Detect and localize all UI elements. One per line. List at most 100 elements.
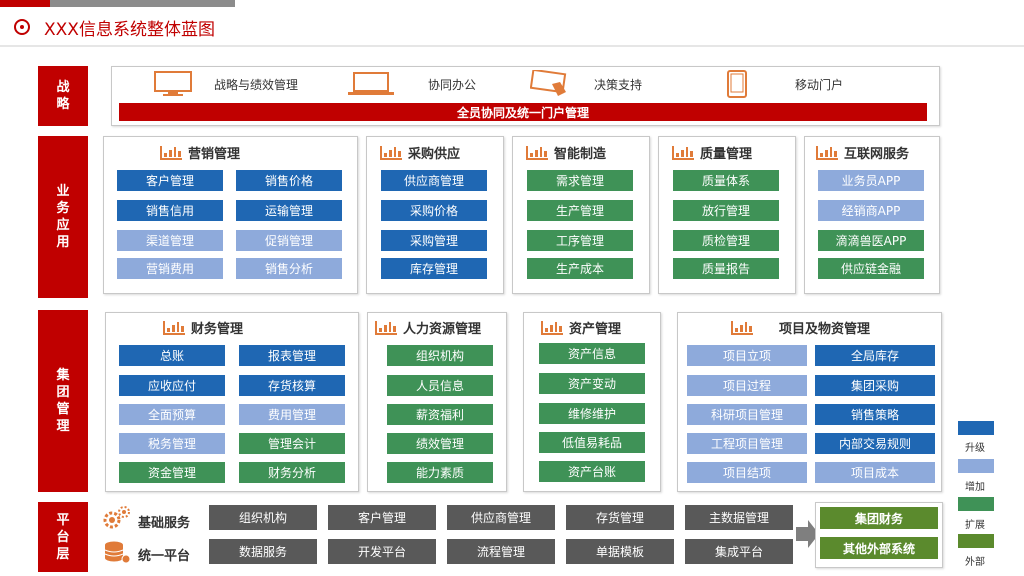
platform-box[interactable]: 集成平台 <box>685 539 793 564</box>
module-box[interactable]: 销售价格 <box>236 170 342 191</box>
module-box[interactable]: 报表管理 <box>239 345 345 366</box>
category-business-label: 业务应用 <box>56 184 70 250</box>
top-accent-gray <box>50 0 235 7</box>
module-box[interactable]: 业务员APP <box>818 170 924 191</box>
module-box[interactable]: 能力素质 <box>387 462 493 483</box>
legend-swatch-expand <box>958 497 994 511</box>
monitor-icon <box>154 71 192 96</box>
platform-box[interactable]: 流程管理 <box>447 539 555 564</box>
platform-box[interactable]: 存货管理 <box>566 505 674 530</box>
module-box[interactable]: 内部交易规则 <box>815 433 935 454</box>
module-box[interactable]: 供应商管理 <box>381 170 487 191</box>
module-box[interactable]: 薪资福利 <box>387 404 493 425</box>
module-box[interactable]: 采购价格 <box>381 200 487 221</box>
module-box[interactable]: 工序管理 <box>527 230 633 251</box>
module-box[interactable]: 低值易耗品 <box>539 432 645 453</box>
module-box[interactable]: 应收应付 <box>119 375 225 396</box>
platform-label-basic: 基础服务 <box>138 516 191 531</box>
module-box[interactable]: 项目过程 <box>687 375 807 396</box>
module-box[interactable]: 需求管理 <box>527 170 633 191</box>
module-box[interactable]: 绩效管理 <box>387 433 493 454</box>
module-box[interactable]: 经销商APP <box>818 200 924 221</box>
module-box[interactable]: 客户管理 <box>117 170 223 191</box>
module-box[interactable]: 销售策略 <box>815 404 935 425</box>
module-box[interactable]: 项目结项 <box>687 462 807 483</box>
module-box[interactable]: 放行管理 <box>673 200 779 221</box>
module-box[interactable]: 资产信息 <box>539 343 645 364</box>
platform-box[interactable]: 供应商管理 <box>447 505 555 530</box>
platform-label-unified: 统一平台 <box>138 549 191 564</box>
external-box[interactable]: 其他外部系统 <box>820 537 938 559</box>
platform-box[interactable]: 客户管理 <box>328 505 436 530</box>
bar-chart-icon <box>163 320 185 335</box>
tablet-icon <box>727 70 747 98</box>
bar-chart-icon <box>160 145 182 160</box>
module-box[interactable]: 生产成本 <box>527 258 633 279</box>
module-box[interactable]: 费用管理 <box>239 404 345 425</box>
legend-swatch-external <box>958 534 994 548</box>
module-box[interactable]: 存货核算 <box>239 375 345 396</box>
module-box[interactable]: 质检管理 <box>673 230 779 251</box>
projects-title-text: 项目及物资管理 <box>779 322 871 337</box>
legend-swatch-add <box>958 459 994 473</box>
platform-box[interactable]: 开发平台 <box>328 539 436 564</box>
platform-box[interactable]: 单据模板 <box>566 539 674 564</box>
module-box[interactable]: 滴滴兽医APP <box>818 230 924 251</box>
platform-box[interactable]: 组织机构 <box>209 505 317 530</box>
module-box[interactable]: 销售信用 <box>117 200 223 221</box>
module-box[interactable]: 项目立项 <box>687 345 807 366</box>
module-box[interactable]: 维修维护 <box>539 403 645 424</box>
category-platform: 平台层 <box>38 502 88 572</box>
top-accent-red <box>0 0 50 7</box>
module-box[interactable]: 渠道管理 <box>117 230 223 251</box>
bar-chart-icon <box>731 320 753 335</box>
bar-chart-icon <box>541 320 563 335</box>
module-box[interactable]: 运输管理 <box>236 200 342 221</box>
category-group: 集团管理 <box>38 310 88 492</box>
module-box[interactable]: 促销管理 <box>236 230 342 251</box>
module-box[interactable]: 总账 <box>119 345 225 366</box>
module-box[interactable]: 全局库存 <box>815 345 935 366</box>
bar-chart-icon <box>672 145 694 160</box>
module-box[interactable]: 管理会计 <box>239 433 345 454</box>
module-box[interactable]: 集团采购 <box>815 375 935 396</box>
category-business: 业务应用 <box>38 136 88 298</box>
module-box[interactable]: 工程项目管理 <box>687 433 807 454</box>
module-box[interactable]: 库存管理 <box>381 258 487 279</box>
module-box[interactable]: 项目成本 <box>815 462 935 483</box>
category-strategy-label: 战略 <box>56 80 70 112</box>
marketing-title-text: 营销管理 <box>188 147 241 162</box>
category-platform-label: 平台层 <box>56 512 70 562</box>
module-box[interactable]: 资产变动 <box>539 373 645 394</box>
module-box[interactable]: 采购管理 <box>381 230 487 251</box>
module-box[interactable]: 质量体系 <box>673 170 779 191</box>
strategy-item-decision: 决策支持 <box>594 78 643 92</box>
module-box[interactable]: 资产台账 <box>539 461 645 482</box>
finance-title: 财务管理 <box>163 318 243 337</box>
module-box[interactable]: 销售分析 <box>236 258 342 279</box>
quality-title-text: 质量管理 <box>700 147 753 162</box>
manufacturing-title-text: 智能制造 <box>554 147 607 162</box>
procurement-title-text: 采购供应 <box>408 147 461 162</box>
external-box[interactable]: 集团财务 <box>820 507 938 529</box>
platform-box[interactable]: 主数据管理 <box>685 505 793 530</box>
module-box[interactable]: 财务分析 <box>239 462 345 483</box>
module-box[interactable]: 全面预算 <box>119 404 225 425</box>
module-box[interactable]: 营销费用 <box>117 258 223 279</box>
module-box[interactable]: 科研项目管理 <box>687 404 807 425</box>
module-box[interactable]: 供应链金融 <box>818 258 924 279</box>
internet-title: 互联网服务 <box>816 143 909 162</box>
legend-label-expand: 扩展 <box>965 520 985 531</box>
module-box[interactable]: 资金管理 <box>119 462 225 483</box>
module-box[interactable]: 生产管理 <box>527 200 633 221</box>
module-box[interactable]: 人员信息 <box>387 375 493 396</box>
legend-label-upgrade: 升级 <box>965 443 985 454</box>
module-box[interactable]: 税务管理 <box>119 433 225 454</box>
platform-box[interactable]: 数据服务 <box>209 539 317 564</box>
legend-swatch-upgrade <box>958 421 994 435</box>
module-box[interactable]: 质量报告 <box>673 258 779 279</box>
bar-chart-icon <box>526 145 548 160</box>
finance-title-text: 财务管理 <box>191 322 244 337</box>
module-box[interactable]: 组织机构 <box>387 345 493 366</box>
legend-label-external: 外部 <box>965 557 985 568</box>
